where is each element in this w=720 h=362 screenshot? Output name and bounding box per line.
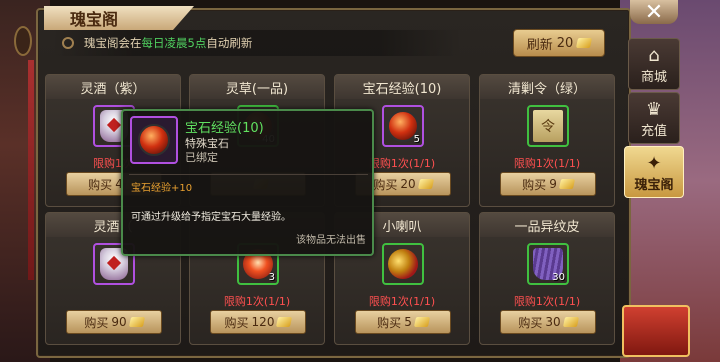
- purchase-limit: 限购1次(1/1): [513, 157, 581, 170]
- gem-icon: [138, 124, 170, 156]
- buy-label: 购买: [373, 177, 398, 192]
- buy-label: 购买: [518, 315, 543, 330]
- item-icon[interactable]: 令: [527, 105, 569, 147]
- item-name: 清剿令（绿）: [480, 75, 614, 99]
- buy-label: 购买: [224, 315, 249, 330]
- tooltip-bound-status: 已绑定: [185, 151, 218, 164]
- tooltip-attribute: 宝石经验+10: [131, 183, 193, 194]
- buy-button[interactable]: 购买 30: [500, 310, 596, 334]
- notice-highlight: 每日凌晨5点: [141, 36, 207, 50]
- tooltip-description: 可通过升级给予指定宝石大量经验。: [131, 212, 291, 223]
- refresh-notice: 瑰宝阁会在 每日凌晨5点 自动刷新: [52, 30, 462, 56]
- price: 20: [400, 177, 416, 191]
- tooltip-item-icon: [130, 116, 178, 164]
- buy-label: 购买: [522, 177, 547, 192]
- trumpet-icon: [388, 249, 418, 279]
- crown-icon: ♛: [645, 99, 663, 120]
- scroll-icon: 令: [533, 110, 563, 142]
- buy-button[interactable]: 购买 9: [500, 172, 596, 196]
- price: 90: [111, 315, 127, 329]
- gold-ingot-icon: [413, 317, 430, 327]
- item-name: 灵酒（紫）: [46, 75, 180, 99]
- item-name: 灵草(一品): [190, 75, 324, 99]
- tab-recharge[interactable]: ♛ 充值: [628, 92, 680, 144]
- title-plate: 瑰宝阁: [44, 6, 194, 30]
- tassel-ornament: [28, 60, 34, 280]
- price: 30: [545, 315, 561, 329]
- item-name: 一品异纹皮: [480, 213, 614, 237]
- gold-ingot-icon: [128, 317, 145, 327]
- treasure-icon: ✦: [646, 153, 662, 174]
- tooltip-divider: [129, 174, 368, 175]
- price: 120: [251, 315, 275, 329]
- buy-label: 购买: [88, 177, 113, 192]
- price: 9: [549, 177, 557, 191]
- tooltip-item-name: 宝石经验(10): [185, 121, 264, 136]
- buy-button[interactable]: 购买 120: [210, 310, 306, 334]
- gold-ingot-icon: [276, 317, 293, 327]
- shop-item-card: 一品异纹皮 30 限购1次(1/1) 购买 30: [479, 212, 615, 345]
- close-button[interactable]: ✕: [630, 0, 678, 25]
- shop-icon: ⌂: [648, 45, 660, 66]
- item-count: 30: [552, 272, 565, 283]
- tab-shop[interactable]: ⌂ 商城: [628, 38, 680, 90]
- buy-button[interactable]: 购买 90: [66, 310, 162, 334]
- refresh-button[interactable]: 刷新 20: [513, 29, 605, 57]
- item-icon[interactable]: [382, 243, 424, 285]
- tab-recharge-label: 充值: [640, 124, 667, 139]
- notice-suffix: 自动刷新: [206, 36, 253, 50]
- tab-shop-label: 商城: [640, 70, 667, 85]
- item-name: 宝石经验(10): [335, 75, 469, 99]
- gift-box-icon[interactable]: [622, 305, 690, 357]
- lantern-ornament: [14, 26, 32, 56]
- item-count: 3: [268, 272, 275, 283]
- refresh-label: 刷新: [526, 37, 553, 53]
- item-icon[interactable]: 30: [527, 243, 569, 285]
- tooltip-sell-note: 该物品无法出售: [296, 235, 366, 246]
- item-count: 5: [413, 134, 420, 145]
- window-title: 瑰宝阁: [70, 10, 119, 29]
- gold-ingot-icon: [417, 179, 434, 189]
- tab-treasure-label: 瑰宝阁: [634, 178, 674, 193]
- refresh-cost: 20: [556, 35, 574, 51]
- item-icon[interactable]: 5: [382, 105, 424, 147]
- shop-item-card: 清剿令（绿） 令 限购1次(1/1) 购买 9: [479, 74, 615, 207]
- purchase-limit: 限购1次(1/1): [513, 295, 581, 308]
- notice-prefix: 瑰宝阁会在: [84, 36, 142, 50]
- purchase-limit: 限购1次(1/1): [223, 295, 291, 308]
- gold-ingot-icon: [558, 179, 575, 189]
- tab-treasure[interactable]: ✦ 瑰宝阁: [624, 146, 684, 198]
- purchase-limit: 限购1次(1/1): [368, 295, 436, 308]
- buy-button[interactable]: 购买 5: [355, 310, 451, 334]
- close-icon: ✕: [644, 0, 664, 25]
- gold-ingot-icon: [576, 38, 593, 48]
- gold-ingot-icon: [562, 317, 579, 327]
- buy-label: 购买: [377, 315, 402, 330]
- item-tooltip: 宝石经验(10) 特殊宝石 已绑定 宝石经验+10 可通过升级给予指定宝石大量经…: [121, 109, 374, 256]
- bullet-icon: [62, 37, 74, 49]
- buy-label: 购买: [84, 315, 109, 330]
- price: 5: [404, 315, 412, 329]
